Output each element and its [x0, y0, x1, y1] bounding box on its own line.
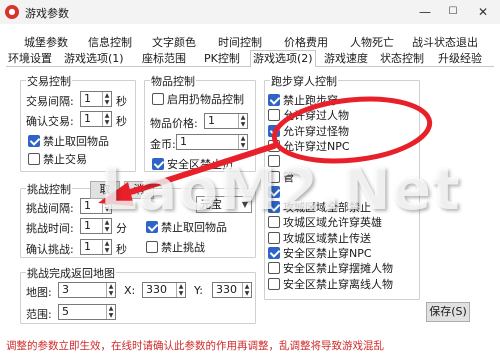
walk-option-label: 安全区禁止穿离线人物	[283, 278, 393, 291]
checkbox-box	[152, 93, 164, 105]
item-enable-checkbox[interactable]: 启用扔物品控制	[152, 92, 244, 107]
checkbox-box	[268, 247, 280, 259]
walk-option-10[interactable]: 安全区禁止穿NPC	[268, 246, 372, 261]
item-gold-label: 金币:	[150, 138, 176, 151]
tab-coords[interactable]: 座标范围	[140, 50, 188, 67]
checkbox-box	[268, 94, 280, 106]
walk-option-label: 安全区禁止穿NPC	[283, 247, 372, 260]
return-y-label: Y:	[194, 284, 203, 297]
checkbox-box	[268, 109, 280, 121]
trade-interval-spin[interactable]: 1 ▲ ▼	[80, 91, 112, 107]
tab-row-1: 城堡参数 信息控制 文字颜色 时间控制 价格费用 人物死亡 战斗状态退出	[0, 34, 500, 51]
return-map-spin[interactable]: 3 ▲ ▼	[58, 282, 116, 298]
walk-option-label: 允许穿过NPC	[283, 140, 350, 153]
tab-options-1[interactable]: 游戏选项(1)	[62, 50, 126, 67]
tab-info[interactable]: 信息控制	[86, 34, 134, 51]
tab-death[interactable]: 人物死亡	[348, 34, 396, 51]
game-app-icon: ●	[5, 5, 19, 19]
tab-speed[interactable]: 游戏速度	[322, 50, 370, 67]
tab-text-color[interactable]: 文字颜色	[150, 34, 198, 51]
item-price-spin[interactable]: 1 ▲ ▼	[204, 113, 248, 129]
checkbox-box	[146, 241, 158, 253]
walk-option-2[interactable]: 允许穿过怪物	[268, 124, 349, 139]
challenge-time-label: 挑战时间:	[26, 222, 74, 235]
checkbox-box	[268, 262, 280, 274]
challenge-confirm-spin[interactable]: 1 ▲ ▼	[80, 239, 112, 255]
tab-levelup[interactable]: 升级经验	[436, 50, 484, 67]
walk-option-9[interactable]: 攻城区域禁止传送	[268, 231, 371, 246]
walk-option-label: 禁止跑步穿	[283, 94, 338, 107]
tab-battle-exit[interactable]: 战斗状态退出	[410, 34, 480, 51]
status-warning-text: 调整的参数立即生效，在线时请确认此参数的作用再调整，乱调整将导致游戏混乱	[6, 340, 384, 352]
checkbox-box	[268, 232, 280, 244]
walk-option-label: 攻城区域禁止传送	[283, 232, 371, 245]
item-group-title: 物品控制	[150, 73, 196, 89]
trade-interval-label: 交易间隔:	[26, 95, 74, 108]
tab-environment[interactable]: 环境设置	[6, 50, 54, 67]
tab-time[interactable]: 时间控制	[216, 34, 264, 51]
walk-option-3[interactable]: 允许穿过NPC	[268, 139, 350, 154]
tab-pk[interactable]: PK控制	[202, 50, 242, 67]
challenge-interval-label: 挑战间隔:	[26, 202, 74, 215]
tab-price[interactable]: 价格费用	[282, 34, 330, 51]
walk-option-label: 安全区禁止穿摆摊人物	[283, 262, 393, 275]
trade-confirm-spin[interactable]: 1 ▲ ▼	[80, 111, 112, 127]
tab-status[interactable]: 状态控制	[378, 50, 426, 67]
checkbox-box	[28, 153, 40, 165]
return-range-spin[interactable]: 5 ▲ ▼	[58, 304, 116, 320]
return-x-spin[interactable]: 330 ▲ ▼	[142, 282, 186, 298]
trade-confirm-unit: 秒	[116, 115, 127, 128]
minimize-button[interactable]: —	[412, 2, 438, 22]
watermark-text: LaoM2.Net	[100, 155, 461, 223]
walk-option-0[interactable]: 禁止跑步穿	[268, 93, 338, 108]
checkbox-box	[268, 140, 280, 152]
item-price-label: 物品价格:	[150, 117, 198, 130]
return-y-spin[interactable]: 330 ▲ ▼	[212, 282, 252, 298]
tab-options-2[interactable]: 游戏选项(2)	[250, 50, 316, 67]
trade-confirm-label: 确认交易:	[26, 115, 74, 128]
walk-option-12[interactable]: 安全区禁止穿离线人物	[268, 277, 393, 292]
trade-no-take-checkbox[interactable]: 禁止取回物品	[28, 134, 109, 149]
challenge-group-title: 挑战控制	[26, 181, 72, 197]
walk-option-1[interactable]: 允许穿过人物	[268, 108, 349, 123]
return-map-label: 地图:	[26, 286, 52, 299]
close-button[interactable]: ✕	[470, 2, 496, 22]
checkbox-box	[268, 278, 280, 290]
walk-through-title: 跑步穿人控制	[270, 73, 338, 89]
walk-option-label: 允许穿过人物	[283, 109, 349, 122]
title-bar: ● 游戏参数 — ☐ ✕	[0, 0, 500, 24]
trade-no-trade-checkbox[interactable]: 禁止交易	[28, 152, 87, 167]
return-x-label: X:	[124, 284, 136, 297]
return-map-title: 挑战完成返回地图	[26, 265, 116, 281]
trade-interval-unit: 秒	[116, 95, 127, 108]
checkbox-box	[268, 125, 280, 137]
trade-group-title: 交易控制	[26, 73, 72, 89]
item-gold-spin[interactable]: 1 ▲ ▼	[176, 134, 248, 150]
challenge-disable-checkbox[interactable]: 禁止挑战	[146, 240, 205, 255]
tab-castle[interactable]: 城堡参数	[22, 34, 70, 51]
save-button[interactable]: 保存(S)	[426, 302, 470, 322]
tab-row-2: 环境设置 游戏选项(1) 座标范围 PK控制 游戏选项(2) 游戏速度 状态控制…	[0, 50, 500, 67]
return-range-label: 范围:	[26, 308, 52, 321]
maximize-button[interactable]: ☐	[440, 2, 466, 22]
walk-option-11[interactable]: 安全区禁止穿摆摊人物	[268, 261, 393, 276]
checkbox-box	[28, 135, 40, 147]
walk-option-label: 允许穿过怪物	[283, 125, 349, 138]
challenge-confirm-unit: 秒	[116, 243, 127, 256]
window-title: 游戏参数	[25, 7, 69, 20]
challenge-confirm-label: 确认挑战:	[26, 243, 74, 256]
